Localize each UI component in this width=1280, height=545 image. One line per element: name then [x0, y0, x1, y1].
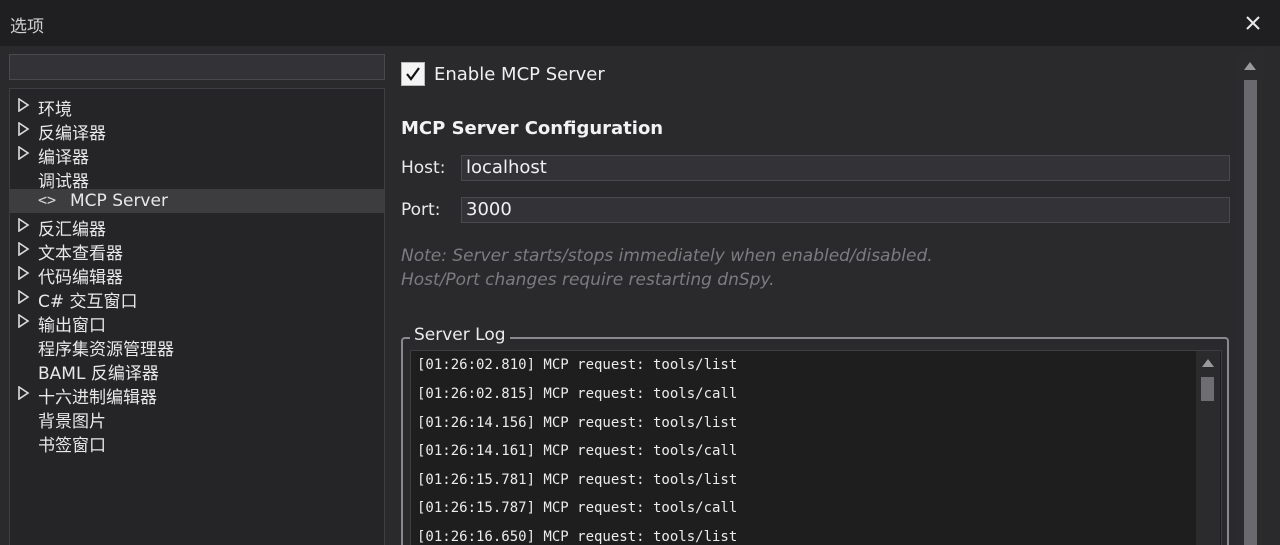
log-scrollbar-thumb[interactable]: [1201, 377, 1214, 401]
scroll-up-arrow-icon[interactable]: [1202, 359, 1214, 367]
log-line: [01:26:16.650] MCP request: tools/list: [417, 529, 738, 545]
search-input[interactable]: [9, 54, 385, 80]
enable-mcp-server-row[interactable]: Enable MCP Server: [401, 62, 605, 86]
checkmark-icon: [406, 67, 420, 81]
expand-triangle-icon[interactable]: [18, 290, 30, 304]
log-line: [01:26:14.161] MCP request: tools/call: [417, 443, 738, 459]
expand-triangle-icon[interactable]: [18, 98, 30, 112]
expand-triangle-icon[interactable]: [18, 122, 30, 136]
log-line: [01:26:15.787] MCP request: tools/call: [417, 500, 738, 516]
tree-item-baml-decompiler[interactable]: BAML 反编译器: [10, 357, 384, 384]
scroll-up-arrow-icon[interactable]: [1244, 62, 1256, 70]
tree-item-mcp-server[interactable]: <> MCP Server: [10, 189, 384, 213]
main-scrollbar[interactable]: [1238, 54, 1263, 545]
tree-item-environment[interactable]: 环境: [10, 93, 384, 120]
expand-triangle-icon[interactable]: [18, 146, 30, 160]
log-line: [01:26:15.781] MCP request: tools/list: [417, 472, 738, 488]
main-scrollbar-thumb[interactable]: [1244, 80, 1257, 545]
log-line: [01:26:14.156] MCP request: tools/list: [417, 415, 738, 431]
tree-item-csharp-interactive[interactable]: C# 交互窗口: [10, 285, 384, 312]
title-bar: 选项: [0, 0, 1280, 46]
tree-item-disassembler[interactable]: 反汇编器: [10, 213, 384, 240]
close-icon: [1246, 16, 1260, 30]
host-label: Host:: [401, 158, 446, 178]
tree-item-hex-editor[interactable]: 十六进制编辑器: [10, 381, 384, 408]
expand-triangle-icon[interactable]: [18, 314, 30, 328]
tree-item-text-viewer[interactable]: 文本查看器: [10, 237, 384, 264]
options-tree: 环境 反编译器 编译器 调试器 <> MCP Server 反汇编器 文本查看器…: [9, 88, 385, 545]
window-title: 选项: [10, 17, 44, 37]
expand-triangle-icon[interactable]: [18, 386, 30, 400]
server-log-title: Server Log: [410, 325, 510, 345]
tree-item-compiler[interactable]: 编译器: [10, 141, 384, 168]
tree-item-label: MCP Server: [70, 191, 168, 211]
log-line: [01:26:02.810] MCP request: tools/list: [417, 357, 738, 373]
log-line: [01:26:02.815] MCP request: tools/call: [417, 386, 738, 402]
port-label: Port:: [401, 200, 441, 220]
port-input[interactable]: 3000: [461, 197, 1230, 223]
expand-triangle-icon[interactable]: [18, 266, 30, 280]
tree-item-label: 书签窗口: [38, 436, 106, 456]
close-button[interactable]: [1236, 6, 1270, 40]
enable-mcp-server-checkbox[interactable]: [401, 62, 425, 86]
tree-item-decompiler[interactable]: 反编译器: [10, 117, 384, 144]
log-scrollbar[interactable]: [1196, 351, 1220, 545]
tree-item-code-editor[interactable]: 代码编辑器: [10, 261, 384, 288]
expand-triangle-icon[interactable]: [18, 242, 30, 256]
note-line-2: Host/Port changes require restarting dnS…: [401, 270, 775, 290]
tree-item-debugger[interactable]: 调试器: [10, 165, 384, 192]
code-icon: <>: [38, 191, 57, 209]
expand-triangle-icon[interactable]: [18, 218, 30, 232]
section-title: MCP Server Configuration: [401, 118, 664, 139]
server-log-box[interactable]: [01:26:02.810] MCP request: tools/list […: [410, 350, 1222, 545]
tree-item-background-image[interactable]: 背景图片: [10, 405, 384, 432]
enable-mcp-server-label: Enable MCP Server: [434, 63, 605, 85]
tree-item-assembly-explorer[interactable]: 程序集资源管理器: [10, 333, 384, 360]
note-line-1: Note: Server starts/stops immediately wh…: [401, 246, 933, 266]
tree-item-bookmarks-window[interactable]: 书签窗口: [10, 429, 384, 456]
host-input[interactable]: localhost: [461, 155, 1230, 181]
tree-item-output-window[interactable]: 输出窗口: [10, 309, 384, 336]
